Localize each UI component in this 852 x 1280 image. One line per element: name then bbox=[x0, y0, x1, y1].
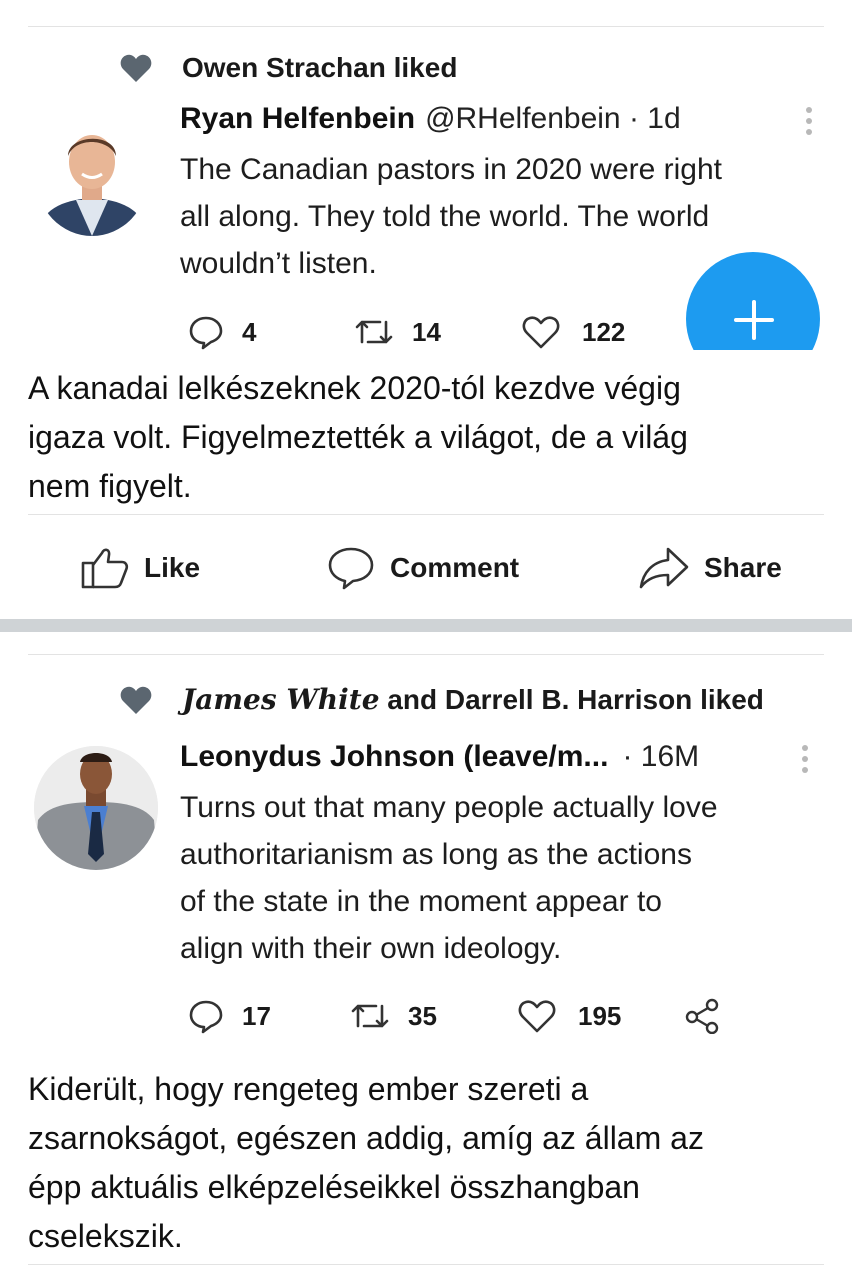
thumbs-up-icon bbox=[81, 548, 129, 589]
reply-stat[interactable]: 17 bbox=[188, 998, 271, 1034]
comment-button[interactable]: Comment bbox=[326, 545, 519, 591]
caption-line: A kanadai lelkészeknek 2020-tól kezdve v… bbox=[28, 370, 681, 406]
share-arrow-icon bbox=[639, 547, 689, 589]
author-name[interactable]: Leonydus Johnson (leave/m... bbox=[180, 740, 608, 774]
avatar-photo bbox=[34, 746, 158, 870]
tweet-text-line: align with their own ideology. bbox=[180, 932, 562, 965]
like-count: 195 bbox=[578, 1000, 622, 1031]
like-label: Like bbox=[144, 552, 201, 583]
plus-icon bbox=[734, 300, 774, 340]
post-caption: A kanadai lelkészeknek 2020-tól kezdve v… bbox=[28, 364, 828, 511]
tweet-text-line: Turns out that many people actually love bbox=[180, 791, 718, 824]
like-stat[interactable]: 195 bbox=[518, 998, 621, 1034]
avatar[interactable] bbox=[34, 746, 158, 870]
bottom-divider bbox=[28, 1264, 824, 1265]
caption-line: cselekszik. bbox=[28, 1218, 183, 1254]
caption-line: zsarnokságot, egészen addig, amíg az áll… bbox=[28, 1120, 704, 1156]
share-tweet-icon[interactable] bbox=[684, 998, 720, 1039]
caption-divider bbox=[28, 514, 824, 515]
more-options-icon[interactable] bbox=[802, 745, 808, 773]
liked-by-text: and Darrell B. Harrison liked bbox=[379, 683, 764, 715]
caption-line: Kiderült, hogy rengeteg ember szereti a bbox=[28, 1071, 589, 1107]
post-caption: Kiderült, hogy rengeteg ember szereti a … bbox=[28, 1065, 828, 1261]
retweet-icon bbox=[351, 1004, 389, 1028]
tweet-text-line: authoritarianism as long as the actions bbox=[180, 838, 692, 871]
reply-icon bbox=[189, 1000, 223, 1034]
liked-by-name[interactable]: James White bbox=[182, 683, 380, 716]
post2-top-divider bbox=[28, 654, 824, 655]
compose-fab-button[interactable] bbox=[686, 252, 820, 350]
heart-icon bbox=[120, 686, 152, 714]
tweet-header: Leonydus Johnson (leave/m... · 16M bbox=[180, 740, 699, 774]
comment-label: Comment bbox=[390, 552, 520, 583]
fab-clip bbox=[0, 0, 852, 350]
heart-outline-icon bbox=[518, 1000, 556, 1033]
tweet-text: Turns out that many people actually love… bbox=[180, 784, 718, 972]
tweet-time: · 16M bbox=[622, 740, 700, 773]
tweet-text-line: of the state in the moment appear to bbox=[180, 885, 662, 918]
caption-line: nem figyelt. bbox=[28, 468, 192, 504]
comment-icon bbox=[328, 547, 374, 590]
liked-by-line: James White and Darrell B. Harrison like… bbox=[120, 683, 764, 716]
retweet-stat[interactable]: 35 bbox=[350, 998, 437, 1034]
caption-line: igaza volt. Figyelmeztették a világot, d… bbox=[28, 419, 688, 455]
like-button[interactable]: Like bbox=[80, 545, 200, 591]
post-separator bbox=[0, 619, 852, 632]
share-button[interactable]: Share bbox=[638, 545, 782, 591]
retweet-count: 35 bbox=[408, 1000, 437, 1031]
caption-line: épp aktuális elképzeléseikkel összhangba… bbox=[28, 1169, 640, 1205]
share-label: Share bbox=[704, 552, 782, 583]
reply-count: 17 bbox=[242, 1000, 271, 1031]
